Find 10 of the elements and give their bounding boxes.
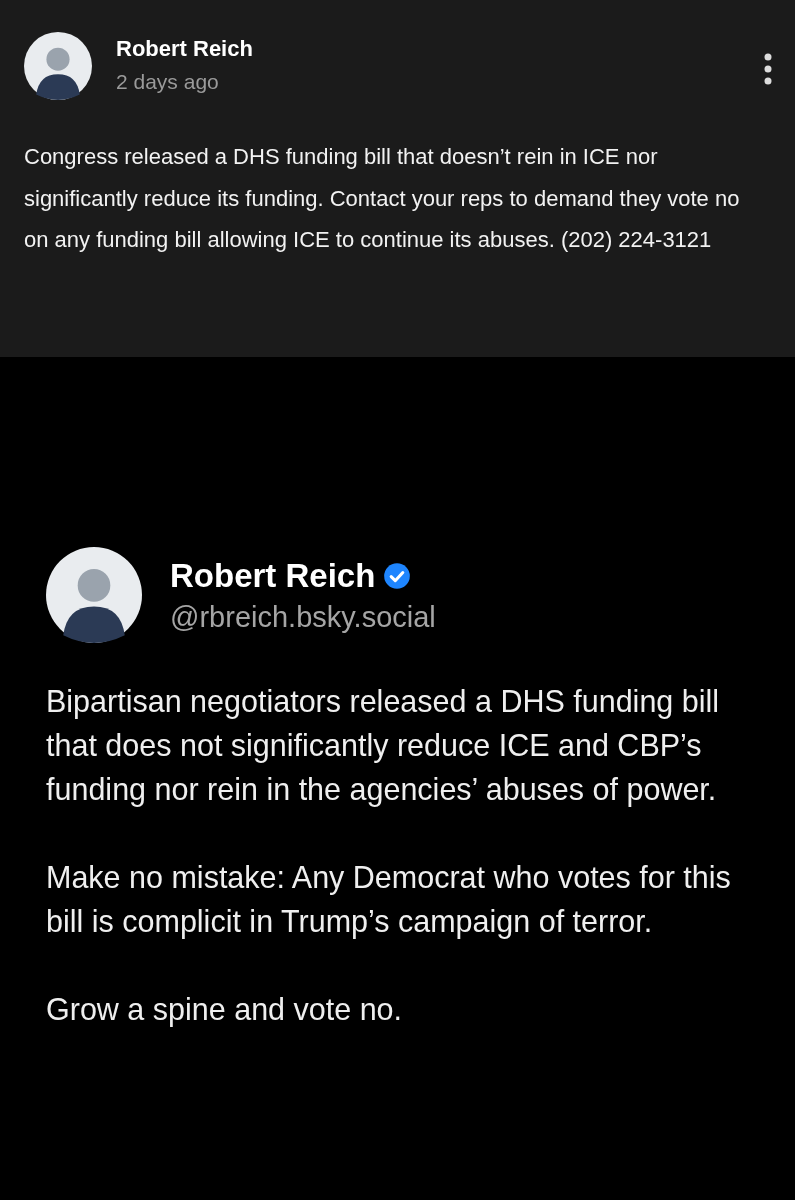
user-handle: @rbreich.bsky.social — [170, 600, 436, 634]
avatar — [24, 32, 92, 100]
post-time: 2 days ago — [116, 70, 220, 94]
author-name[interactable]: Robert Reich — [116, 36, 739, 62]
post-paragraph: Make no mistake: Any Democrat who votes for this bill is complicit in Trump’s campaign of terror. — [46, 859, 732, 941]
post-text: Congress released a DHS funding bill that doesn’t rein in ICE nor significantly reduce its funding. Contact your reps to demand they vote no on any funding bill allowing ICE to continue its abuses. (202) 224-3121 — [24, 143, 741, 254]
post-paragraph: Grow a spine and vote no. — [46, 991, 404, 1029]
author-name: Robert Reich — [170, 556, 376, 595]
more-options-icon[interactable] — [763, 52, 773, 86]
post-paragraph: Bipartisan negotiators released a DHS funding bill that does not significantly reduce ICE and CBP’s funding nor rein in the agencies’ abuses of power. — [46, 683, 721, 809]
